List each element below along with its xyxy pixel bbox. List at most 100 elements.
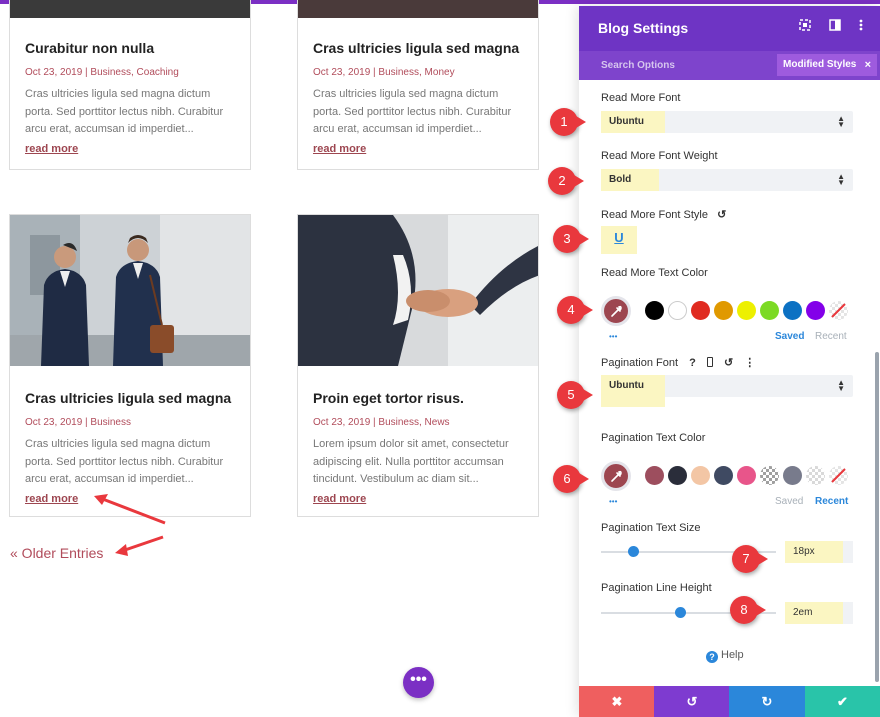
color-picker-button[interactable] <box>601 461 631 491</box>
color-swatch[interactable] <box>668 466 687 485</box>
post-meta: Oct 23, 2019 | Business <box>25 417 131 428</box>
post-title[interactable]: Curabitur non nulla <box>25 39 238 57</box>
modified-styles-filter[interactable]: Modified Styles × <box>777 54 877 76</box>
color-swatch[interactable] <box>783 301 802 320</box>
panel-tabs: Search Options Modified Styles × <box>579 51 880 80</box>
color-swatch[interactable] <box>645 301 664 320</box>
blog-post-card: Cras ultricies ligula sed magna Oct 23, … <box>297 0 539 170</box>
no-color-icon[interactable] <box>829 301 848 320</box>
color-swatch[interactable] <box>737 466 756 485</box>
pagination-text-size-input[interactable]: 18px <box>785 541 853 563</box>
search-options[interactable]: Search Options <box>601 60 675 71</box>
post-image[interactable] <box>10 0 250 18</box>
color-swatch[interactable] <box>806 466 825 485</box>
read-more-font-weight-label: Read More Font Weight <box>601 150 718 162</box>
pagination-font-select[interactable]: Ubuntu ▲ ▼ <box>601 375 853 407</box>
save-button[interactable]: ✔ <box>805 686 880 717</box>
reset-icon[interactable]: ↺ <box>724 357 733 369</box>
mobile-icon[interactable] <box>706 357 713 367</box>
color-swatch[interactable] <box>783 466 802 485</box>
read-more-font-weight-select[interactable]: Bold ▲ ▼ <box>601 169 853 191</box>
read-more-link[interactable]: read more <box>25 143 78 155</box>
help-label: Help <box>721 649 744 661</box>
pagination-text-size-value: 18px <box>793 546 815 557</box>
help-link[interactable]: ? Help <box>706 649 744 663</box>
post-title[interactable]: Cras ultricies ligula sed magna <box>313 39 526 57</box>
close-icon[interactable]: × <box>865 54 871 76</box>
pagination-font-label: Pagination Font ? ↺ ⋮ <box>601 356 755 369</box>
post-meta: Oct 23, 2019 | Business, Coaching <box>25 67 179 78</box>
color-swatch[interactable] <box>691 466 710 485</box>
callout-4: 4 <box>557 296 593 324</box>
panel-scrollbar[interactable] <box>875 352 879 682</box>
color-swatch[interactable] <box>760 301 779 320</box>
panel-header: Blog Settings <box>579 6 880 51</box>
kebab-menu-icon[interactable] <box>853 19 869 34</box>
read-more-link[interactable]: read more <box>25 493 78 505</box>
read-more-link[interactable]: read more <box>313 493 366 505</box>
underline-icon: U <box>614 230 624 245</box>
pagination-text-size-label: Pagination Text Size <box>601 522 701 534</box>
screen: Curabitur non nulla Oct 23, 2019 | Busin… <box>0 0 880 717</box>
recent-tab[interactable]: Recent <box>815 496 848 507</box>
help-icon: ? <box>706 651 718 663</box>
kebab-menu-icon[interactable]: ⋮ <box>744 357 755 369</box>
color-swatch[interactable] <box>760 466 779 485</box>
select-arrows-icon: ▲ ▼ <box>837 172 845 187</box>
color-picker-button[interactable] <box>601 296 631 326</box>
split-view-icon[interactable] <box>827 19 843 34</box>
post-excerpt: Cras ultricies ligula sed magna dictum p… <box>25 88 224 135</box>
read-more-font-weight-value: Bold <box>601 169 659 191</box>
discard-button[interactable]: ✖ <box>579 686 655 717</box>
read-more-text-color-label: Read More Text Color <box>601 267 708 279</box>
saved-tab[interactable]: Saved <box>775 331 804 342</box>
color-swatch[interactable] <box>645 466 664 485</box>
callout-1: 1 <box>550 108 586 136</box>
blog-post-card: Cras ultricies ligula sed magna Oct 23, … <box>9 214 251 517</box>
redo-button[interactable]: ↻ <box>729 686 805 717</box>
post-excerpt: Lorem ipsum dolor sit amet, consectetur … <box>313 438 509 485</box>
businessmen-photo <box>10 215 250 366</box>
read-more-font-select[interactable]: Ubuntu ▲ ▼ <box>601 111 853 133</box>
post-image[interactable] <box>10 215 250 366</box>
read-more-font-style-label: Read More Font Style ↺ <box>601 208 726 221</box>
color-swatch[interactable] <box>668 301 687 320</box>
saved-tab[interactable]: Saved <box>775 496 803 507</box>
post-excerpt: Cras ultricies ligula sed magna dictum p… <box>313 88 512 135</box>
modified-styles-label: Modified Styles <box>783 59 857 70</box>
no-color-icon[interactable] <box>829 466 848 485</box>
color-swatch[interactable] <box>691 301 710 320</box>
slider-handle[interactable] <box>674 607 686 618</box>
color-swatch[interactable] <box>714 301 733 320</box>
slider-handle[interactable] <box>627 546 639 557</box>
recent-tab[interactable]: Recent <box>815 331 847 342</box>
help-icon[interactable]: ? <box>689 357 696 369</box>
more-colors-icon[interactable]: ••• <box>609 332 617 341</box>
post-image[interactable] <box>298 215 538 366</box>
reset-icon[interactable]: ↺ <box>717 209 726 221</box>
post-title[interactable]: Cras ultricies ligula sed magna <box>25 389 238 407</box>
callout-7: 7 <box>732 545 768 573</box>
pagination-line-height-input[interactable]: 2em <box>785 602 853 624</box>
callout-2: 2 <box>548 167 584 195</box>
color-swatch[interactable] <box>806 301 825 320</box>
color-swatch[interactable] <box>714 466 733 485</box>
callout-8: 8 <box>730 596 766 624</box>
pagination-color-swatches <box>601 461 861 496</box>
read-more-link[interactable]: read more <box>313 143 366 155</box>
underline-style-button[interactable]: U <box>601 226 637 254</box>
post-image[interactable] <box>298 0 538 18</box>
handshake-photo <box>298 215 538 366</box>
blog-post-card: Proin eget tortor risus. Oct 23, 2019 | … <box>297 214 539 517</box>
screenshot-icon[interactable] <box>797 19 813 34</box>
blog-post-card: Curabitur non nulla Oct 23, 2019 | Busin… <box>9 0 251 170</box>
more-options-button[interactable]: ••• <box>403 667 434 698</box>
color-swatch[interactable] <box>737 301 756 320</box>
read-more-color-swatches <box>601 296 861 331</box>
older-entries-link[interactable]: « Older Entries <box>10 545 103 561</box>
more-colors-icon[interactable]: ••• <box>609 497 617 506</box>
post-title[interactable]: Proin eget tortor risus. <box>313 389 526 407</box>
undo-button[interactable]: ↺ <box>654 686 730 717</box>
eyedropper-icon <box>611 470 622 482</box>
callout-3: 3 <box>553 225 589 253</box>
